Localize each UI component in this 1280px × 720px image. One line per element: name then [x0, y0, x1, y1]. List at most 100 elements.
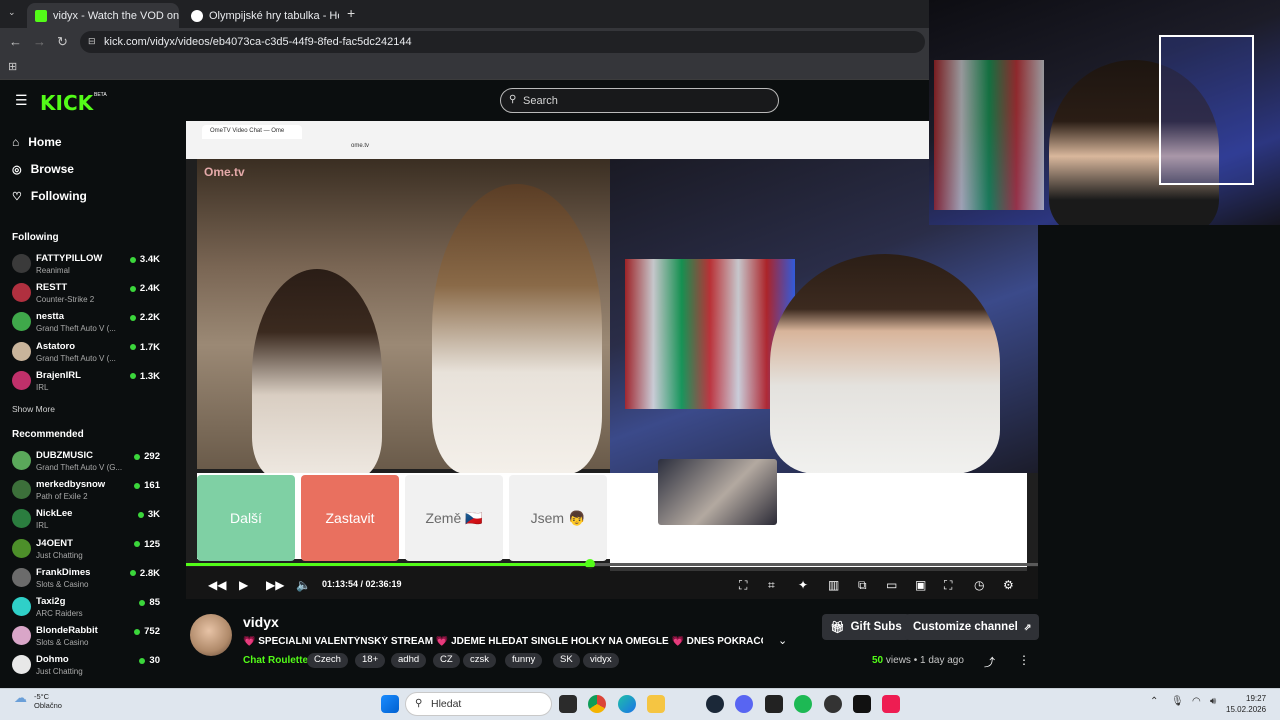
nav-following[interactable]: ♡ Following	[12, 189, 87, 203]
ome-button-0[interactable]: Další	[197, 475, 295, 561]
play-icon[interactable]: ▶	[239, 578, 248, 592]
forward-arrow-icon[interactable]: →	[33, 34, 46, 49]
back-arrow-icon[interactable]: ←	[9, 34, 22, 49]
channel-category: Slots & Casino	[36, 638, 89, 648]
viewer-count: 125	[144, 538, 160, 550]
following-channel[interactable]: Astatoro Grand Theft Auto V (... 1.7K	[12, 340, 160, 366]
nav-browse[interactable]: ◎ Browse	[12, 162, 74, 176]
recommended-channel[interactable]: FrankDimes Slots & Casino 2.8K	[12, 566, 160, 592]
taskbar-search[interactable]: ⚲ Hledat	[405, 692, 552, 716]
fullscreen-icon[interactable]: ⛶	[944, 578, 952, 593]
fast-forward-icon[interactable]: ▶▶	[266, 578, 284, 592]
epic-games-icon[interactable]	[765, 695, 783, 713]
following-channel[interactable]: nestta Grand Theft Auto V (... 2.2K	[12, 310, 160, 336]
stats-icon[interactable]: ▥	[828, 578, 839, 592]
microphone-icon[interactable]: 🎙︎	[1171, 696, 1184, 707]
site-info-icon[interactable]: ⊟	[88, 36, 96, 47]
wifi-icon[interactable]: ◠	[1192, 696, 1201, 707]
speed-icon[interactable]: ◷	[974, 578, 984, 592]
ome-button-3[interactable]: Jsem 👦	[509, 475, 607, 561]
tab-olympics[interactable]: Olympijské hry tabulka - Hokej ✕	[183, 3, 339, 28]
inner-tab: OmeTV Video Chat — Ome	[202, 125, 302, 139]
recommended-channel[interactable]: Dohmo Just Chatting 30	[12, 653, 160, 679]
new-tab-button[interactable]: +	[347, 5, 355, 21]
ome-button-2[interactable]: Země 🇨🇿	[405, 475, 503, 561]
channel-avatar-icon	[12, 451, 31, 470]
chrome-icon[interactable]	[588, 695, 606, 713]
obs-icon[interactable]	[824, 695, 842, 713]
discord-icon[interactable]	[735, 695, 753, 713]
share-icon[interactable]: ⤴	[984, 654, 995, 670]
system-clock[interactable]: 19:27 15.02.2026	[1226, 693, 1266, 715]
tag-chip[interactable]: CZ	[433, 653, 460, 668]
clip-icon[interactable]: ⛶	[739, 578, 747, 593]
tab-kick[interactable]: vidyx - Watch the VOD on Kick ✕	[27, 3, 179, 28]
apps-grid-icon[interactable]: ⊞	[8, 60, 17, 73]
windows-taskbar	[0, 688, 1280, 720]
tag-chip[interactable]: czsk	[463, 653, 496, 668]
hamburger-menu-icon[interactable]: ☰	[15, 92, 28, 109]
nav-home[interactable]: ⌂ Home	[12, 135, 62, 149]
channel-name[interactable]: vidyx	[243, 614, 279, 630]
tag-chip[interactable]: adhd	[391, 653, 427, 668]
channel-name: Taxi2g	[36, 596, 66, 607]
tag-chip[interactable]: SK	[553, 653, 580, 668]
channel-viewers: 752	[134, 626, 160, 637]
live-dot-icon	[129, 373, 136, 380]
recommended-channel[interactable]: merkedbysnow Path of Exile 2 161	[12, 478, 160, 504]
pip-icon[interactable]: ⧉	[858, 578, 867, 593]
channel-name: merkedbysnow	[36, 479, 106, 491]
tag-chip[interactable]: funny	[505, 653, 543, 668]
external-link-icon: ⇗	[1023, 621, 1032, 632]
tag-chip[interactable]: 18+	[355, 653, 386, 668]
mini-player-icon[interactable]: ▣	[915, 578, 926, 592]
recommended-channel[interactable]: J4OENT Just Chatting 125	[12, 537, 160, 563]
speaker-icon[interactable]: 🔊︎	[1210, 696, 1216, 707]
kick-logo[interactable]: KICK	[40, 91, 93, 115]
gear-icon[interactable]: ⚙	[1003, 578, 1014, 592]
tray-chevron-icon[interactable]: ⌃	[1150, 696, 1158, 707]
following-channel[interactable]: RESTT Counter-Strike 2 2.4K	[12, 281, 160, 307]
gift-subs-button[interactable]: 🎁︎ Gift Subs	[822, 614, 910, 640]
expand-title-icon[interactable]: ⌄	[778, 634, 787, 647]
file-explorer-icon[interactable]	[647, 695, 665, 713]
following-channel[interactable]: FATTYPILLOW Reanimal 3.4K	[12, 252, 160, 278]
channel-viewers: 2.2K	[129, 312, 160, 323]
volume-icon[interactable]: 🔈	[296, 578, 311, 592]
channel-category: IRL	[36, 382, 49, 392]
channel-viewers: 3K	[137, 509, 160, 520]
following-channel[interactable]: BrajenIRL IRL 1.3K	[12, 369, 160, 395]
tag-chip[interactable]: vidyx	[583, 653, 619, 668]
capcut-icon[interactable]	[853, 695, 871, 713]
steam-icon[interactable]	[706, 695, 724, 713]
tab-list-chevron-icon[interactable]: ⌄	[8, 7, 16, 18]
spotify-icon[interactable]	[794, 695, 812, 713]
category-link[interactable]: Chat Roulette	[243, 655, 308, 666]
reload-icon[interactable]: ↻	[57, 34, 68, 50]
edge-icon[interactable]	[618, 695, 636, 713]
sparkle-icon[interactable]: ✦	[798, 578, 808, 592]
stream-title: 💗 SPECIÁLNÍ VALENTÝNSKÝ STREAM 💗 JDEME H…	[243, 636, 763, 647]
ome-button-1[interactable]: Zastavit	[301, 475, 399, 561]
channel-avatar[interactable]	[190, 614, 232, 656]
tiktok-icon[interactable]	[882, 695, 900, 713]
live-dot-icon	[129, 256, 136, 263]
rewind-icon[interactable]: ◀◀	[208, 578, 226, 592]
show-more-link[interactable]: Show More	[12, 404, 55, 414]
channel-name: nestta	[36, 311, 64, 323]
recommended-channel[interactable]: DUBZMUSIC Grand Theft Auto V (G... 292	[12, 449, 160, 475]
search-input[interactable]: ⚲ Search	[500, 88, 779, 113]
recommended-channel[interactable]: Taxi2g ARC Raiders 85	[12, 595, 160, 621]
recommended-channel[interactable]: NickLee IRL 3K	[12, 507, 160, 533]
crop-icon[interactable]: ⌗	[768, 578, 775, 593]
recommended-channel[interactable]: BlondeRabbit Slots & Casino 752	[12, 624, 160, 650]
windows-start-icon[interactable]	[381, 695, 399, 713]
theater-icon[interactable]: ▭	[886, 578, 897, 592]
video-player[interactable]: OmeTV Video Chat — Ome ome.tv Ome.tv Dal…	[186, 121, 1038, 599]
tag-chip[interactable]: Czech	[307, 653, 348, 668]
more-options-icon[interactable]: ⋮	[1018, 653, 1030, 667]
weather-widget[interactable]: ☁ -5°C Oblačno	[14, 691, 62, 710]
customize-channel-button[interactable]: Customize channel ⇗	[905, 614, 1040, 640]
url-field[interactable]: ⊟ kick.com/vidyx/videos/eb4073ca-c3d5-44…	[80, 31, 925, 53]
task-view-icon[interactable]	[559, 695, 577, 713]
